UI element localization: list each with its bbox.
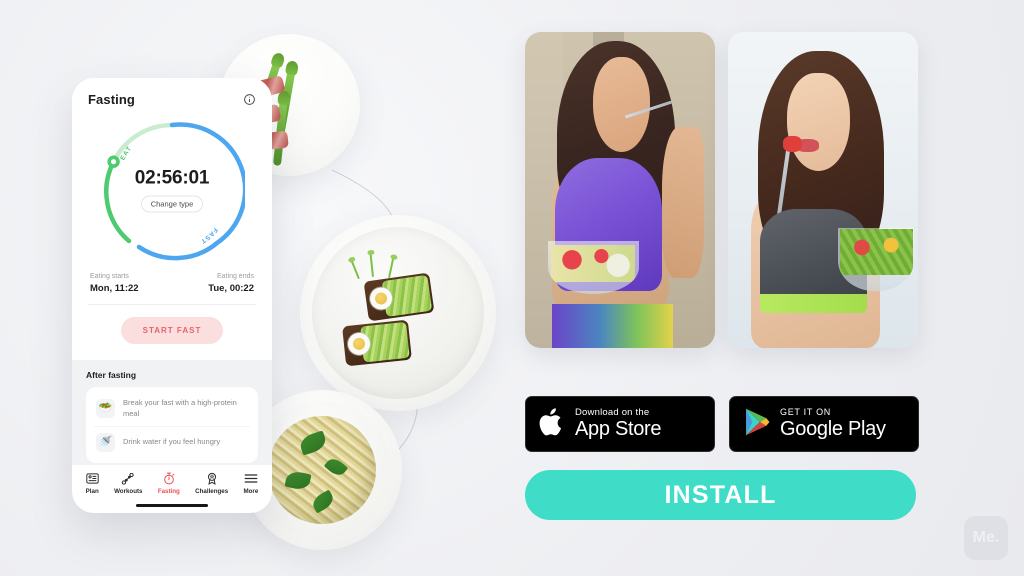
toast-slice: [342, 319, 412, 367]
woman-purple-top-eating-salad-photo: [525, 32, 715, 348]
ring-center-content: 02:56:01 Change type: [99, 168, 245, 213]
badge-small-text: GET IT ON: [780, 407, 831, 418]
change-type-button[interactable]: Change type: [140, 195, 204, 213]
photo-scene: [525, 32, 715, 348]
phone-screen: Fasting EAT FAST 02:56:01 Change type Ea…: [72, 78, 272, 465]
trophy-medal-icon: [206, 472, 218, 485]
info-circle-icon[interactable]: [243, 93, 256, 106]
eating-starts-value: Mon, 11:22: [90, 283, 139, 294]
tab-plan[interactable]: Plan: [86, 472, 99, 495]
tip-text: Drink water if you feel hungry: [123, 436, 221, 446]
after-fasting-section: After fasting 🥗 Break your fast with a h…: [72, 360, 272, 465]
list-item[interactable]: 🥗 Break your fast with a high-protein me…: [94, 392, 250, 426]
water-faucet-icon: 🚿: [96, 432, 115, 452]
dumbbell-icon: [121, 472, 135, 485]
google-play-triangle-icon: [743, 407, 771, 442]
app-store-badge[interactable]: Download on the App Store: [525, 396, 715, 452]
tomato-piece: [783, 136, 803, 153]
install-button[interactable]: INSTALL: [525, 470, 916, 520]
fasting-card-header: Fasting: [88, 92, 256, 107]
list-item[interactable]: 🚿 Drink water if you feel hungry: [94, 425, 250, 458]
page-title: Fasting: [88, 92, 135, 107]
stopwatch-icon: [163, 472, 175, 485]
eating-starts-label: Eating starts: [90, 273, 129, 280]
tip-text: Break your fast with a high-protein meal: [123, 398, 237, 418]
tab-label: More: [243, 488, 259, 495]
home-indicator: [136, 504, 208, 507]
tab-fasting[interactable]: Fasting: [158, 472, 180, 495]
eating-ends-block: Eating ends Tue, 00:22: [208, 273, 254, 294]
tab-workouts[interactable]: Workouts: [114, 472, 142, 495]
salad-bowl: [838, 227, 915, 292]
store-badges: Download on the App Store GET IT ON Goog…: [525, 396, 919, 452]
arm-shape: [661, 126, 704, 279]
google-play-text: GET IT ON Google Play: [780, 407, 886, 440]
fasting-card: Fasting EAT FAST 02:56:01 Change type Ea…: [72, 78, 272, 360]
tab-more[interactable]: More: [243, 472, 259, 495]
brand-watermark: Me.: [964, 516, 1008, 560]
face-shape: [786, 73, 850, 172]
google-play-badge[interactable]: GET IT ON Google Play: [729, 396, 919, 452]
badge-small-text: Download on the: [575, 407, 650, 419]
photo-scene: [728, 32, 918, 348]
fasting-progress-ring[interactable]: EAT FAST 02:56:01 Change type: [99, 117, 245, 263]
tab-challenges[interactable]: Challenges: [195, 472, 228, 495]
start-fast-button[interactable]: START FAST: [120, 317, 224, 344]
eating-ends-label: Eating ends: [217, 273, 254, 280]
woman-grey-sportsbra-salad-bowl-photo: [728, 32, 918, 348]
after-fasting-tips-card: 🥗 Break your fast with a high-protein me…: [86, 387, 258, 463]
app-store-text: Download on the App Store: [575, 407, 662, 440]
after-fasting-title: After fasting: [86, 370, 137, 380]
tab-label: Challenges: [195, 488, 229, 495]
fasting-timer-value: 02:56:01: [134, 167, 210, 189]
badge-big-text: Google Play: [780, 417, 886, 440]
tab-label: Workouts: [114, 488, 143, 495]
divider: [88, 304, 256, 305]
phone-mockup: Fasting EAT FAST 02:56:01 Change type Ea…: [72, 78, 272, 513]
salad-bowl-icon: 🥗: [96, 399, 115, 419]
salad-bowl: [547, 240, 639, 295]
neon-waistband: [760, 294, 867, 314]
eating-starts-block: Eating starts Mon, 11:22: [90, 273, 139, 294]
eating-window-times: Eating starts Mon, 11:22 Eating ends Tue…: [88, 267, 256, 304]
eating-ends-value: Tue, 00:22: [208, 283, 254, 294]
tab-label: Plan: [85, 488, 99, 495]
plan-card-icon: [86, 472, 99, 485]
avocado-egg-toast-photo: [300, 215, 496, 411]
bottom-tabbar: Plan Workouts Fasting Challenges More: [72, 465, 272, 499]
apple-logo-icon: [539, 406, 566, 443]
badge-big-text: App Store: [575, 417, 662, 440]
patterned-leggings: [551, 303, 674, 348]
hamburger-menu-icon: [244, 472, 258, 485]
tab-label: Fasting: [157, 488, 180, 495]
